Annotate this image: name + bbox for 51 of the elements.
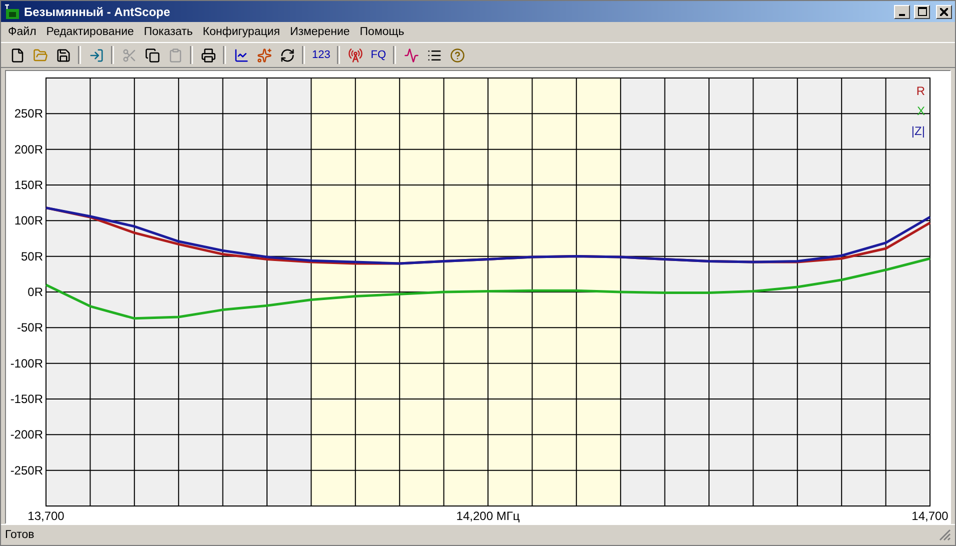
y-tick-label: -150R: [10, 392, 43, 406]
toolbar-button[interactable]: 123: [310, 45, 332, 65]
y-tick-label: -250R: [10, 463, 43, 478]
window-title: Безымянный - AntScope: [24, 4, 172, 18]
y-tick-label: 100R: [14, 214, 43, 228]
legend-label: R: [916, 84, 925, 98]
maximize-icon: [918, 7, 926, 16]
minimize-icon: [899, 14, 905, 16]
close-button[interactable]: [936, 4, 952, 18]
menu-item[interactable]: Редактирование: [41, 26, 139, 38]
status-text: Готов: [5, 529, 34, 541]
clipboard-icon: [168, 48, 182, 62]
y-tick-label: 0R: [28, 285, 43, 299]
menu-item[interactable]: Показать: [138, 26, 198, 38]
y-tick-label: 150R: [14, 178, 43, 192]
line-series: [44, 257, 932, 320]
menu-item[interactable]: Файл: [3, 26, 42, 38]
minimize-button[interactable]: [894, 4, 910, 18]
toolbar-button[interactable]: FQ: [368, 45, 388, 65]
y-tick-label: -200R: [10, 428, 43, 442]
line-series: [44, 206, 932, 265]
y-tick-label: 50R: [20, 249, 43, 264]
printer-icon: [200, 48, 216, 62]
line-chart-icon: [234, 48, 248, 62]
save-icon: [56, 48, 70, 62]
copy-icon: [144, 48, 160, 62]
refresh-icon: [280, 48, 294, 62]
x-tick-label: 14,700: [912, 509, 948, 523]
close-icon: [940, 8, 948, 16]
scissors-icon: [122, 48, 136, 62]
menu-item[interactable]: Измерение: [284, 26, 355, 38]
x-tick-label: 13,700: [28, 509, 64, 523]
maximize-button[interactable]: [914, 4, 930, 18]
y-tick-label: 250R: [14, 106, 43, 121]
y-tick-label: -50R: [16, 320, 43, 335]
device-arrow-icon: [88, 48, 104, 62]
legend-label: |Z|: [911, 124, 925, 138]
wave-icon: [404, 48, 419, 62]
new-file-icon: [10, 48, 24, 62]
resize-grip-icon: [939, 529, 951, 541]
folder-icon: [32, 48, 48, 62]
y-tick-label: 200R: [14, 142, 43, 156]
x-tick-label: 14,200 МГц: [456, 509, 520, 523]
list-icon: [426, 48, 442, 62]
app-icon: [4, 4, 20, 20]
y-tick-label: -100R: [10, 356, 43, 370]
antenna-icon: [348, 48, 363, 62]
menu-item[interactable]: Конфигурация: [198, 26, 285, 38]
help-icon: [450, 48, 465, 62]
burst-icon: [256, 48, 272, 62]
menu-item[interactable]: Помощь: [354, 26, 410, 38]
